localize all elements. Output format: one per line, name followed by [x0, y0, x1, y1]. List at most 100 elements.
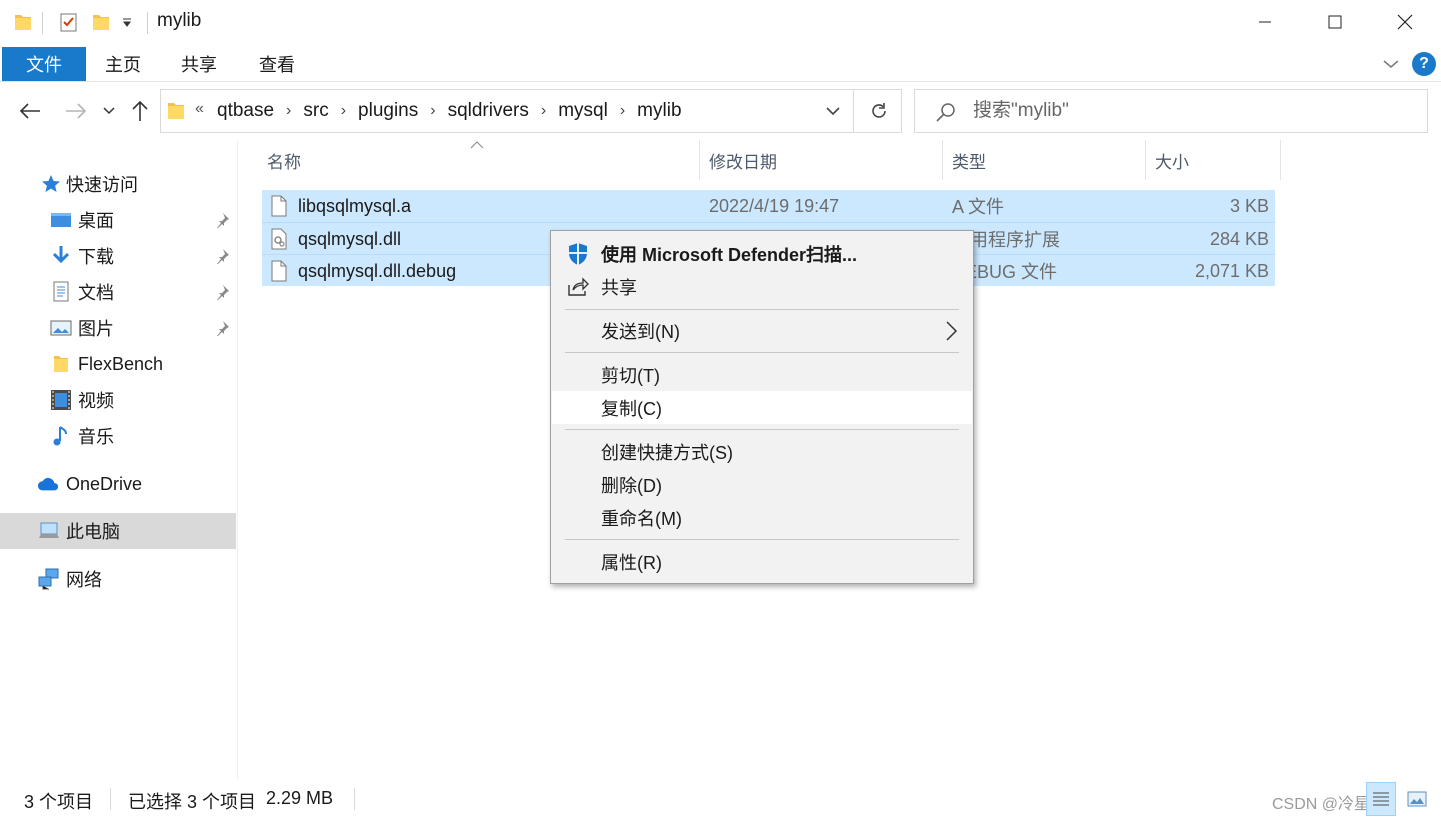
chevron-right-icon[interactable]: ›: [276, 102, 301, 120]
sidebar-item-label: FlexBench: [78, 353, 164, 374]
menu-item-label: 属性(R): [601, 552, 662, 573]
chevron-right-icon[interactable]: ›: [420, 102, 445, 120]
sidebar-item-videos[interactable]: 视频: [0, 382, 236, 418]
column-header-modified[interactable]: 修改日期: [709, 140, 939, 180]
menu-item-defender-scan[interactable]: 使用 Microsoft Defender扫描...: [552, 237, 972, 270]
pin-icon[interactable]: [214, 212, 230, 229]
menu-item-copy[interactable]: 复制(C): [552, 391, 972, 424]
forward-button[interactable]: [62, 98, 90, 124]
column-header-size[interactable]: 大小: [1155, 140, 1275, 180]
chevron-right-icon[interactable]: ›: [331, 102, 356, 120]
tab-view[interactable]: 查看: [246, 47, 308, 81]
menu-item-label: 删除(D): [601, 475, 662, 496]
sidebar-item-network[interactable]: 网络: [0, 561, 236, 597]
breadcrumb-item[interactable]: src: [301, 100, 330, 122]
large-icons-view-icon: [1407, 791, 1427, 807]
file-row[interactable]: libqsqlmysql.a 2022/4/19 19:47 A 文件 3 KB: [262, 190, 1275, 222]
search-input[interactable]: [973, 96, 1413, 126]
file-icon: [270, 195, 288, 217]
menu-item-cut[interactable]: 剪切(T): [552, 358, 972, 391]
pin-icon[interactable]: [214, 284, 230, 301]
breadcrumb-item[interactable]: plugins: [356, 100, 420, 122]
sidebar-item-label: 下载: [78, 247, 114, 267]
defender-shield-icon: [566, 242, 590, 266]
menu-item-delete[interactable]: 删除(D): [552, 468, 972, 501]
tab-share[interactable]: 共享: [168, 47, 230, 81]
menu-separator: [565, 309, 959, 310]
menu-item-label: 剪切(T): [601, 365, 660, 386]
sidebar-item-quick-access[interactable]: 快速访问: [0, 166, 236, 202]
file-icon: [270, 260, 288, 282]
menu-separator: [565, 539, 959, 540]
tab-file[interactable]: 文件: [2, 47, 86, 81]
selection-count: 已选择 3 个项目: [128, 792, 257, 812]
status-divider: [110, 788, 111, 810]
sidebar-item-downloads[interactable]: 下载: [0, 238, 236, 274]
large-icons-view-button[interactable]: [1402, 782, 1432, 816]
breadcrumb-item[interactable]: sqldrivers: [446, 100, 531, 122]
sidebar-item-onedrive[interactable]: OneDrive: [0, 466, 236, 502]
pin-icon[interactable]: [214, 248, 230, 265]
breadcrumb-item[interactable]: qtbase: [215, 100, 276, 122]
menu-item-create-shortcut[interactable]: 创建快捷方式(S): [552, 435, 972, 468]
expand-ribbon-chevron-icon[interactable]: [1380, 54, 1402, 74]
new-folder-icon[interactable]: [92, 10, 110, 34]
maximize-button[interactable]: [1300, 0, 1370, 44]
chevron-right-icon[interactable]: ›: [531, 102, 556, 120]
close-button[interactable]: [1370, 0, 1440, 44]
chevron-down-icon: [103, 107, 115, 115]
breadcrumb-item[interactable]: mysql: [556, 100, 610, 122]
refresh-button[interactable]: [861, 90, 897, 132]
column-divider[interactable]: [1280, 140, 1281, 180]
menu-item-share[interactable]: 共享: [552, 270, 972, 303]
menu-item-send-to[interactable]: 发送到(N): [552, 314, 972, 347]
address-bar[interactable]: « qtbase › src › plugins › sqldrivers › …: [160, 89, 902, 133]
customize-toolbar-dropdown-icon[interactable]: [120, 10, 134, 34]
arrow-up-icon: [132, 100, 148, 121]
address-history-dropdown[interactable]: [815, 90, 851, 132]
sidebar-item-flexbench[interactable]: FlexBench: [0, 346, 236, 382]
back-button[interactable]: [16, 98, 44, 124]
column-divider[interactable]: [699, 140, 700, 180]
refresh-icon: [872, 103, 886, 118]
menu-item-rename[interactable]: 重命名(M): [552, 501, 972, 534]
column-divider[interactable]: [942, 140, 943, 180]
star-icon: [40, 173, 62, 195]
status-divider: [354, 788, 355, 810]
column-divider[interactable]: [1145, 140, 1146, 180]
breadcrumb-overflow[interactable]: «: [195, 100, 204, 118]
menu-item-properties[interactable]: 属性(R): [552, 545, 972, 578]
breadcrumb-item[interactable]: mylib: [635, 100, 683, 122]
navigation-pane: 快速访问 桌面 下载 文档 图片 FlexBench 视频 音乐 OneDriv…: [0, 140, 238, 780]
sidebar-item-this-pc[interactable]: 此电脑: [0, 513, 236, 549]
properties-icon[interactable]: [58, 10, 80, 34]
sidebar-item-label: 音乐: [78, 427, 114, 447]
sidebar-item-documents[interactable]: 文档: [0, 274, 236, 310]
cloud-icon: [37, 473, 59, 495]
navigation-bar: « qtbase › src › plugins › sqldrivers › …: [0, 84, 1441, 138]
details-view-button[interactable]: [1366, 782, 1396, 816]
sidebar-item-desktop[interactable]: 桌面: [0, 202, 236, 238]
minimize-button[interactable]: [1230, 0, 1300, 44]
folder-icon[interactable]: [14, 10, 32, 34]
menu-item-label: 复制(C): [601, 398, 662, 419]
sidebar-item-label: 网络: [66, 570, 102, 590]
status-bar: 3 个项目 已选择 3 个项目 2.29 MB CSDN @冷星星: [0, 782, 1441, 817]
item-count: 3 个项目: [24, 792, 94, 812]
sidebar-item-pictures[interactable]: 图片: [0, 310, 236, 346]
context-menu: 使用 Microsoft Defender扫描... 共享 发送到(N) 剪切(…: [550, 230, 974, 584]
tab-home[interactable]: 主页: [92, 47, 154, 81]
column-header-name[interactable]: 名称: [267, 140, 697, 180]
ribbon-tabs: 文件 主页 共享 查看 ?: [0, 44, 1441, 82]
details-view-icon: [1373, 792, 1389, 806]
download-icon: [50, 245, 72, 267]
search-box[interactable]: [914, 89, 1428, 133]
pin-icon[interactable]: [214, 320, 230, 337]
help-icon[interactable]: ?: [1412, 52, 1436, 76]
recent-locations-button[interactable]: [100, 98, 118, 124]
up-button[interactable]: [126, 98, 154, 124]
chevron-right-icon[interactable]: ›: [610, 102, 635, 120]
column-header-type[interactable]: 类型: [952, 140, 1142, 180]
sidebar-item-music[interactable]: 音乐: [0, 418, 236, 454]
sidebar-item-label: 图片: [78, 319, 114, 339]
